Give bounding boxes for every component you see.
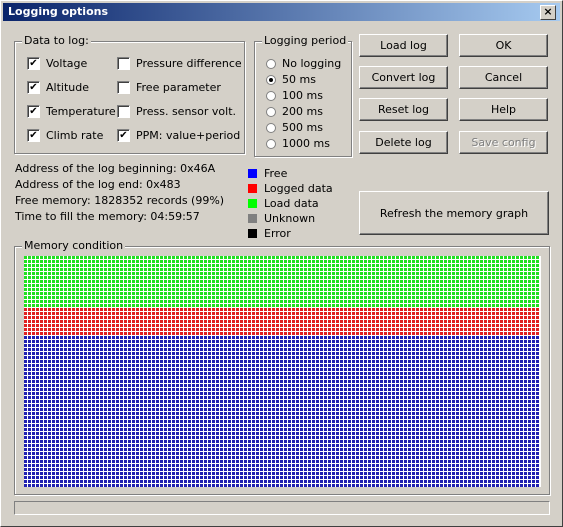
free-memory: Free memory: 1828352 records (99%)	[15, 194, 225, 207]
checkbox-voltage[interactable]: ✔ Voltage	[27, 57, 87, 70]
refresh-memory-graph-button[interactable]: Refresh the memory graph	[359, 191, 549, 235]
legend-load-data: Load data	[248, 197, 319, 210]
checkbox-temperature[interactable]: ✔ Temperature	[27, 105, 116, 118]
convert-log-button[interactable]: Convert log	[359, 66, 448, 89]
legend-logged-data: Logged data	[248, 182, 333, 195]
swatch	[248, 184, 257, 193]
legend-unknown: Unknown	[248, 212, 315, 225]
help-button[interactable]: Help	[459, 98, 548, 121]
checkbox-climb-rate[interactable]: ✔ Climb rate	[27, 129, 103, 142]
checkbox-label: Voltage	[46, 57, 88, 70]
swatch	[248, 214, 257, 223]
data-to-log-title: Data to log:	[22, 34, 91, 47]
close-icon[interactable]: ×	[540, 5, 556, 20]
ok-button[interactable]: OK	[459, 34, 548, 57]
radio-selected-icon	[266, 74, 276, 85]
radio-500-ms[interactable]: 500 ms	[266, 121, 323, 134]
radio-100-ms[interactable]: 100 ms	[266, 89, 323, 102]
checkbox-altitude[interactable]: ✔ Altitude	[27, 81, 89, 94]
checkbox-ppm[interactable]: ✔ PPM: value+period	[117, 129, 240, 142]
radio-no-logging[interactable]: No logging	[266, 57, 341, 70]
checkmark-icon: ✔	[27, 105, 40, 118]
checkbox-pressure-difference[interactable]: Pressure difference	[117, 57, 242, 70]
load-log-button[interactable]: Load log	[359, 34, 448, 57]
checkbox-label: Pressure difference	[136, 57, 242, 70]
legend-error: Error	[248, 227, 291, 240]
cancel-button[interactable]: Cancel	[459, 66, 548, 89]
save-config-button[interactable]: Save config	[459, 131, 548, 154]
checkbox-label: Press. sensor volt.	[136, 105, 236, 118]
reset-log-button[interactable]: Reset log	[359, 98, 448, 121]
radio-1000-ms[interactable]: 1000 ms	[266, 137, 330, 150]
checkmark-icon: ✔	[27, 129, 40, 142]
checkbox-label: PPM: value+period	[136, 129, 241, 142]
swatch	[248, 169, 257, 178]
checkbox-label: Free parameter	[136, 81, 221, 94]
logged-data-region	[24, 308, 539, 335]
checkbox-free-parameter[interactable]: Free parameter	[117, 81, 221, 94]
logging-period-group: Logging period No logging 50 ms 100 ms 2…	[254, 34, 352, 157]
checkmark-icon: ✔	[27, 57, 40, 70]
memory-condition-title: Memory condition	[22, 239, 126, 252]
data-to-log-group: Data to log: ✔ Voltage ✔ Altitude ✔ Temp…	[14, 34, 245, 154]
checkbox-label: Climb rate	[46, 129, 104, 142]
status-bar	[14, 501, 550, 515]
checkbox-label: Temperature	[46, 105, 116, 118]
legend-free: Free	[248, 167, 287, 180]
time-to-fill: Time to fill the memory: 04:59:57	[15, 210, 200, 223]
checkbox-press-sensor-volt[interactable]: Press. sensor volt.	[117, 105, 236, 118]
window-title: Logging options	[8, 5, 109, 18]
radio-200-ms[interactable]: 200 ms	[266, 105, 323, 118]
memory-graph	[24, 256, 541, 487]
checkbox-label: Altitude	[46, 81, 89, 94]
swatch	[248, 229, 257, 238]
radio-50-ms[interactable]: 50 ms	[266, 73, 316, 86]
logging-options-window: Logging options × Data to log: ✔ Voltage…	[0, 0, 563, 527]
log-end-address: Address of the log end: 0x483	[15, 178, 181, 191]
title-bar: Logging options ×	[3, 3, 560, 21]
log-begin-address: Address of the log beginning: 0x46A	[15, 162, 216, 175]
delete-log-button[interactable]: Delete log	[359, 131, 448, 154]
checkmark-icon: ✔	[27, 81, 40, 94]
checkmark-icon: ✔	[117, 129, 130, 142]
swatch	[248, 199, 257, 208]
logging-period-title: Logging period	[262, 34, 349, 47]
